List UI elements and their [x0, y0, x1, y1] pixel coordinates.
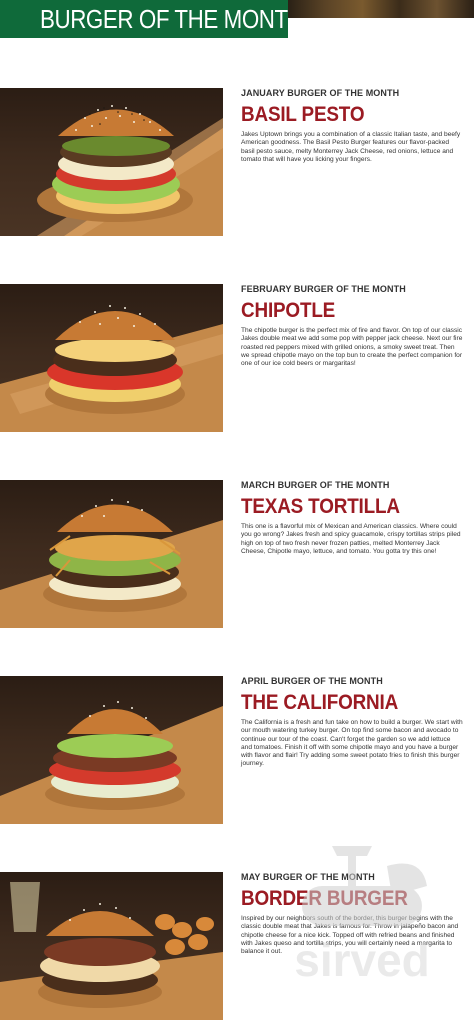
burger-text: APRIL BURGER OF THE MONTH THE CALIFORNIA…	[241, 676, 463, 769]
burger-item-february: FEBRUARY BURGER OF THE MONTH CHIPOTLE Th…	[0, 284, 474, 434]
burger-name: TEXAS TORTILLA	[241, 495, 400, 518]
burger-name: BASIL PESTO	[241, 103, 365, 126]
burger-photo	[0, 872, 223, 1020]
burger-month-label: JANUARY BURGER OF THE MONTH	[241, 88, 400, 98]
burger-month-label: APRIL BURGER OF THE MONTH	[241, 676, 383, 686]
burger-item-april: APRIL BURGER OF THE MONTH THE CALIFORNIA…	[0, 676, 474, 826]
burger-item-may: MAY BURGER OF THE MONTH BORDER BURGER In…	[0, 872, 474, 1021]
page-title: BURGER OF THE MONTH	[40, 3, 304, 34]
burger-text: MAY BURGER OF THE MONTH BORDER BURGER In…	[241, 872, 463, 956]
burger-item-january: JANUARY BURGER OF THE MONTH BASIL PESTO …	[0, 88, 474, 238]
burger-photo	[0, 284, 223, 432]
burger-photo	[0, 676, 223, 824]
burger-photo	[0, 480, 223, 628]
burger-text: JANUARY BURGER OF THE MONTH BASIL PESTO …	[241, 88, 463, 164]
burger-name: CHIPOTLE	[241, 299, 336, 322]
burger-text: MARCH BURGER OF THE MONTH TEXAS TORTILLA…	[241, 480, 463, 556]
burger-name: THE CALIFORNIA	[241, 691, 399, 714]
burger-description: Jakes Uptown brings you a combination of…	[241, 131, 461, 163]
burger-item-march: MARCH BURGER OF THE MONTH TEXAS TORTILLA…	[0, 480, 474, 630]
burger-description: This one is a flavorful mix of Mexican a…	[241, 523, 461, 555]
burger-description: The California is a fresh and fun take o…	[241, 719, 463, 768]
burger-month-label: MAY BURGER OF THE MONTH	[241, 872, 375, 882]
burger-text: FEBRUARY BURGER OF THE MONTH CHIPOTLE Th…	[241, 284, 463, 368]
burger-photo	[0, 88, 223, 236]
burger-description: The chipotle burger is the perfect mix o…	[241, 327, 463, 368]
header-food-strip	[288, 0, 474, 18]
burger-month-label: MARCH BURGER OF THE MONTH	[241, 480, 390, 490]
burger-description: Inspired by our neighbors south of the b…	[241, 915, 459, 956]
burger-name: BORDER BURGER	[241, 887, 408, 910]
burger-month-label: FEBRUARY BURGER OF THE MONTH	[241, 284, 406, 294]
page-header: BURGER OF THE MONTH	[0, 0, 304, 38]
